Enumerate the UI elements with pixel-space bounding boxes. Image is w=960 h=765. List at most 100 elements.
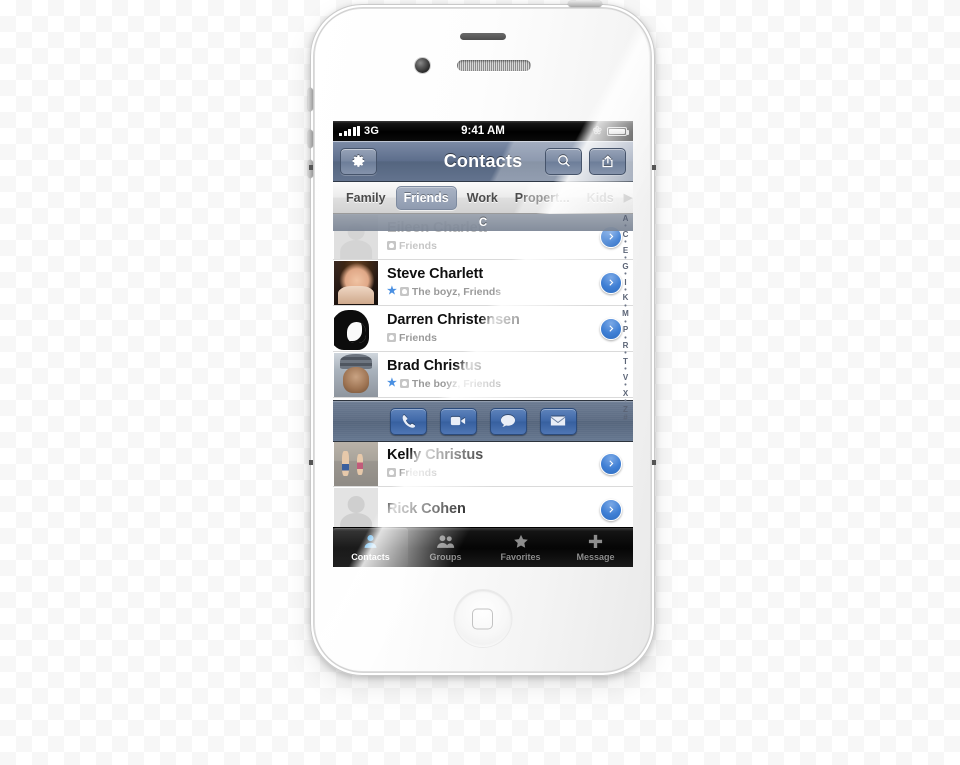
earpiece-speaker-icon [457,60,531,71]
star-icon [513,534,528,548]
tab-contacts[interactable]: Contacts [333,528,408,567]
group-badge-icon [387,468,396,478]
index-entry[interactable]: X [623,389,628,398]
table-row[interactable]: Brad Christus ★ The boyz, Friends [333,352,633,398]
antenna-band-left-top [309,165,313,170]
settings-button[interactable] [340,147,377,175]
tab-groups[interactable]: Groups [408,528,483,567]
group-tab-friends[interactable]: Friends [395,185,457,210]
antenna-band-right-bottom [652,460,656,465]
chevron-right-icon [608,506,613,513]
contact-groups: Friends [387,240,600,252]
contact-groups-label: Friends [399,466,437,479]
speech-bubble-icon [500,415,516,427]
volume-up-button[interactable] [308,130,313,148]
chevron-right-icon [608,460,613,467]
group-tab-kids[interactable]: Kids [580,187,621,209]
group-badge-icon [387,333,396,343]
navigation-bar: Contacts [333,141,633,182]
index-entry[interactable]: T [623,357,628,366]
table-row[interactable]: Rick Cohen [333,487,633,527]
status-clock: 9:41 AM [461,125,505,137]
search-icon [557,155,570,167]
contact-groups-label: The boyz, Friends [411,285,502,298]
plus-icon [588,534,603,549]
group-badge-icon [387,241,396,251]
tab-message[interactable]: Message [558,528,633,567]
contact-groups-label: Friends [399,331,437,344]
chevron-right-icon [608,325,613,332]
index-entry[interactable]: K [623,293,629,302]
call-button[interactable] [389,407,427,435]
home-button[interactable] [454,590,511,647]
share-icon [602,154,613,167]
tab-favorites[interactable]: Favorites [483,528,558,567]
avatar [334,352,378,397]
tab-label: Favorites [500,552,541,562]
antenna-band-left-bottom [309,460,313,465]
alphabet-index-strip[interactable]: A • C • E • G • I • K • M • P • R • T • … [618,214,633,527]
contact-name: Kelly Christus [387,448,484,464]
avatar [334,306,378,351]
video-camera-icon [450,416,466,426]
navbar-actions [545,147,626,175]
facetime-button[interactable] [439,407,477,435]
chevron-right-icon [608,233,613,240]
tab-label: Message [576,552,615,562]
device-screen: 3G 9:41 AM ❀ Contacts Family Friends Wor… [333,121,633,567]
index-entry[interactable]: E [623,246,628,255]
index-entry[interactable]: # [623,413,627,422]
search-button[interactable] [545,147,582,175]
index-entry[interactable]: C [623,230,629,239]
table-row[interactable]: Darren Christensen Friends [333,306,633,352]
table-row[interactable]: Steve Charlett ★ The boyz, Friends [333,260,633,306]
envelope-icon [550,416,566,426]
table-row[interactable]: Kelly Christus Friends [333,441,633,487]
avatar [334,441,378,486]
quick-action-toolbar [333,400,633,442]
people-icon [436,535,454,548]
index-entry[interactable]: P [623,325,628,334]
share-button[interactable] [589,147,626,175]
group-badge-icon [399,287,409,297]
contact-list[interactable]: C Eileen Charlett Friends [333,214,633,527]
index-entry[interactable]: R [623,341,629,350]
index-entry[interactable]: M [622,309,629,318]
group-tab-family[interactable]: Family [339,187,393,209]
group-tab-property[interactable]: Propert... [508,187,577,209]
contact-name: Darren Christensen [387,313,520,329]
index-entry[interactable]: G [622,262,628,271]
tab-bar: Contacts Groups Favorites Message [333,527,633,567]
index-entry[interactable]: I [624,278,626,287]
avatar [334,487,378,527]
group-tabs-more-arrow-icon[interactable]: ▶ [624,191,633,204]
message-button[interactable] [489,407,527,435]
contact-text: Brad Christus ★ The boyz, Friends [378,359,633,390]
favorite-star-icon: ★ [387,285,397,298]
contact-name: Brad Christus [387,359,482,375]
gear-icon [352,155,364,167]
front-camera-icon [415,58,430,73]
index-entry[interactable]: V [623,373,628,382]
favorite-star-icon: ★ [387,377,397,390]
contact-text: Steve Charlett ★ The boyz, Friends [378,267,600,298]
contact-groups: ★ The boyz, Friends [387,378,633,390]
tab-label: Contacts [351,552,390,562]
section-header-letter: C [333,214,633,231]
group-tab-bar: Family Friends Work Propert... Kids ▶ [333,182,633,214]
contact-text: Darren Christensen Friends [378,313,600,344]
contact-groups-label: The boyz, Friends [411,377,502,390]
mute-switch[interactable] [308,88,313,111]
group-tab-work[interactable]: Work [460,187,505,209]
power-button[interactable] [568,1,602,7]
contact-text: Rick Cohen [378,502,600,518]
person-icon [364,535,377,548]
contact-name: Rick Cohen [387,501,466,517]
email-button[interactable] [539,407,577,435]
contact-groups: ★ The boyz, Friends [387,286,600,298]
index-entry[interactable]: A [623,214,629,223]
chevron-right-icon [608,279,613,286]
group-badge-icon [399,379,409,389]
contact-groups: Friends [387,332,600,344]
avatar [334,260,378,305]
